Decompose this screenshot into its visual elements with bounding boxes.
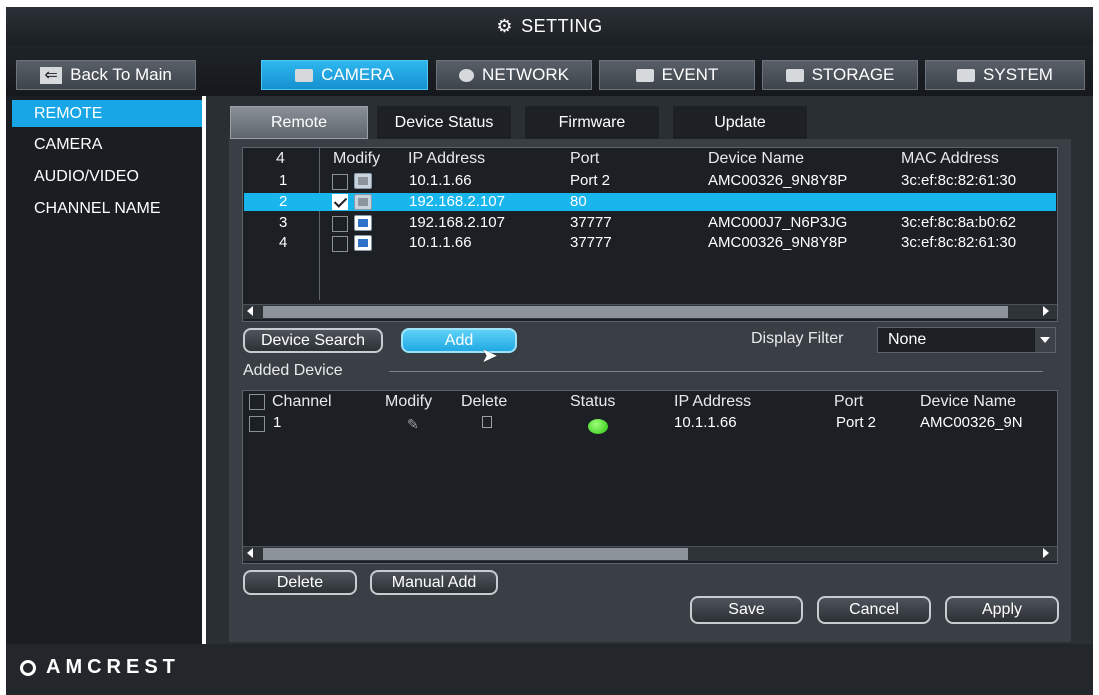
row-number: 2: [279, 193, 288, 210]
tab-remote[interactable]: Remote: [230, 106, 368, 139]
chevron-down-icon[interactable]: [1035, 328, 1055, 352]
ip-camera-icon[interactable]: [354, 235, 372, 251]
brand-logo: AMCREST: [20, 656, 180, 679]
col-modify: Modify: [385, 393, 433, 410]
row-ip: 10.1.1.66: [409, 172, 472, 189]
tab-event[interactable]: EVENT: [599, 60, 755, 90]
event-icon: [635, 68, 654, 82]
col-device-name: Device Name: [708, 150, 805, 167]
amcrest-logo-icon: [20, 659, 36, 676]
row-checkbox[interactable]: [332, 216, 348, 232]
camera-icon: [295, 68, 314, 82]
row-number: 1: [279, 172, 288, 189]
tab-network[interactable]: NETWORK: [436, 60, 592, 90]
row-mac: 3c:ef:8c:82:61:30: [901, 172, 1017, 189]
row-port: 80: [570, 193, 587, 210]
row-ip: 192.168.2.107: [409, 214, 505, 231]
apply-button[interactable]: Apply: [945, 596, 1059, 624]
sidebar-item-audio-video[interactable]: AUDIO/VIDEO: [12, 163, 202, 190]
back-arrow-icon: ⇐: [40, 66, 63, 84]
window: ⚙ SETTING ⇐ Back To Main CAMERA NETWORK …: [0, 0, 1099, 695]
row-port: Port 2: [836, 414, 877, 431]
col-channel: Channel: [272, 393, 332, 410]
tab-camera[interactable]: CAMERA: [261, 60, 428, 90]
tab-device-status[interactable]: Device Status: [377, 106, 511, 139]
scroll-right-icon[interactable]: [1043, 548, 1049, 558]
row-ip: 192.168.2.107: [409, 193, 505, 210]
monitor-icon: [785, 68, 804, 82]
add-button[interactable]: Add: [401, 328, 517, 353]
tab-update[interactable]: Update: [673, 106, 807, 139]
added-device-heading: Added Device: [243, 362, 343, 379]
sidebar-item-camera[interactable]: CAMERA: [12, 131, 202, 158]
trash-icon[interactable]: [482, 416, 492, 428]
row-device-name: AMC000J7_N6P3JG: [708, 214, 848, 231]
page-title: SETTING: [521, 15, 603, 36]
row-checkbox[interactable]: [332, 174, 348, 190]
sidebar: REMOTE CAMERA AUDIO/VIDEO CHANNEL NAME: [6, 96, 202, 644]
device-search-button[interactable]: Device Search: [243, 328, 383, 353]
col-ip-address: IP Address: [674, 393, 752, 410]
sidebar-item-channel-name[interactable]: CHANNEL NAME: [12, 195, 202, 222]
col-port: Port: [834, 393, 864, 410]
modify-icon[interactable]: [354, 173, 372, 189]
row-mac: 3c:ef:8c:8a:b0:62: [901, 214, 1017, 231]
manual-add-button[interactable]: Manual Add: [370, 570, 498, 595]
horizontal-scrollbar[interactable]: [243, 546, 1057, 561]
title-bar: ⚙ SETTING: [6, 7, 1093, 46]
row-ip: 10.1.1.66: [409, 234, 472, 251]
column-divider: [319, 148, 320, 300]
display-filter-value: None: [888, 331, 927, 348]
ip-camera-icon[interactable]: [354, 215, 372, 231]
row-device-name: AMC00326_9N: [920, 414, 1023, 431]
row-checkbox[interactable]: [249, 416, 265, 432]
row-number: 4: [279, 234, 288, 251]
modify-icon[interactable]: [354, 194, 372, 210]
display-filter-label: Display Filter: [751, 330, 844, 347]
top-nav: ⇐ Back To Main CAMERA NETWORK EVENT STOR…: [6, 45, 1093, 96]
tab-system[interactable]: SYSTEM: [925, 60, 1085, 90]
status-online-icon: [588, 419, 608, 434]
mouse-cursor-icon: ➤: [481, 345, 498, 367]
system-icon: [957, 68, 976, 82]
col-status: Status: [570, 393, 616, 410]
col-ip-address: IP Address: [408, 150, 486, 167]
row-port: 37777: [570, 214, 612, 231]
cancel-button[interactable]: Cancel: [817, 596, 931, 624]
row-device-name: AMC00326_9N8Y8P: [708, 234, 848, 251]
scroll-left-icon[interactable]: [247, 306, 253, 316]
gear-icon: ⚙: [496, 15, 514, 36]
row-device-name: AMC00326_9N8Y8P: [708, 172, 848, 189]
display-filter-select[interactable]: None: [877, 327, 1056, 353]
row-mac: 3c:ef:8c:82:61:30: [901, 234, 1017, 251]
pencil-icon[interactable]: ✎: [407, 416, 419, 433]
scroll-left-icon[interactable]: [247, 548, 253, 558]
row-ip: 10.1.1.66: [674, 414, 737, 431]
row-port: 37777: [570, 234, 612, 251]
globe-icon: [459, 68, 475, 82]
scroll-right-icon[interactable]: [1043, 306, 1049, 316]
row-channel: 1: [273, 414, 282, 431]
row-number: 3: [279, 214, 288, 231]
result-count: 4: [276, 150, 285, 167]
col-mac-address: MAC Address: [901, 150, 999, 167]
row-port: Port 2: [570, 172, 611, 189]
select-all-checkbox[interactable]: [249, 394, 265, 410]
scrollbar-thumb[interactable]: [263, 548, 688, 560]
row-checkbox[interactable]: [332, 194, 348, 210]
col-modify: Modify: [333, 150, 381, 167]
sidebar-item-remote[interactable]: REMOTE: [12, 100, 202, 127]
col-device-name: Device Name: [920, 393, 1017, 410]
col-port: Port: [570, 150, 600, 167]
save-button[interactable]: Save: [690, 596, 803, 624]
tab-firmware[interactable]: Firmware: [525, 106, 659, 139]
tab-storage[interactable]: STORAGE: [762, 60, 918, 90]
back-to-main-button[interactable]: ⇐ Back To Main: [16, 60, 196, 90]
horizontal-scrollbar[interactable]: [243, 304, 1057, 319]
delete-button[interactable]: Delete: [243, 570, 357, 595]
divider: [389, 371, 1043, 372]
col-delete: Delete: [461, 393, 508, 410]
scrollbar-thumb[interactable]: [263, 306, 1008, 318]
row-checkbox[interactable]: [332, 236, 348, 252]
